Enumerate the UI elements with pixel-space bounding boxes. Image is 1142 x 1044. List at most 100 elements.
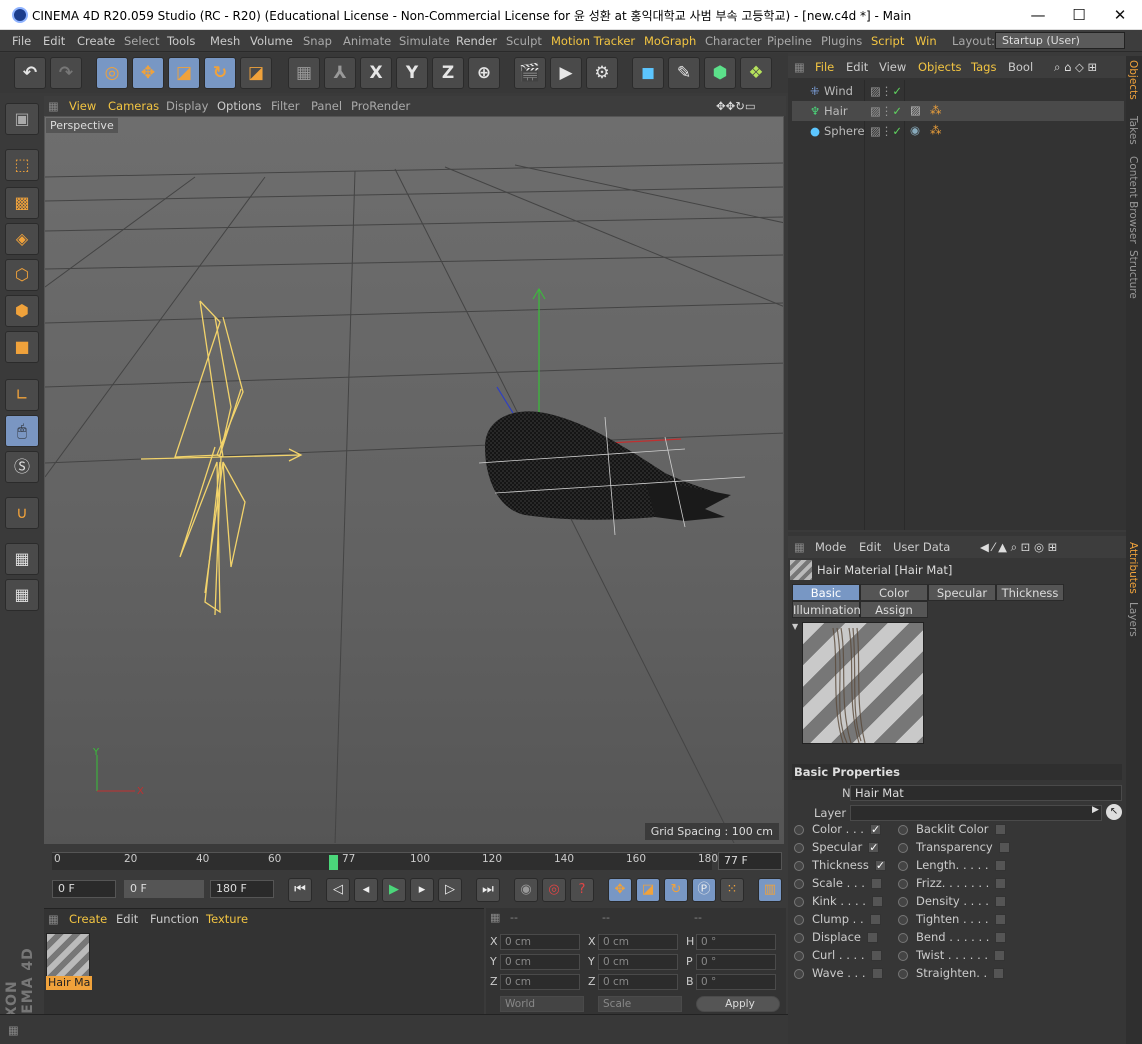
workplane-mode-icon[interactable]: ◈	[5, 223, 39, 255]
use-bend-checkbox[interactable]	[995, 932, 1007, 943]
snap-magnet-icon[interactable]: ∪	[5, 497, 39, 529]
tab-basic[interactable]: Basic	[792, 584, 860, 601]
object-menu-edit[interactable]: Edit	[846, 60, 868, 74]
animate-radio-icon[interactable]	[898, 914, 908, 925]
animate-radio-icon[interactable]	[794, 860, 804, 871]
object-menu-objects[interactable]: Objects	[918, 60, 961, 74]
layer-field[interactable]	[850, 805, 1102, 821]
x-axis-button[interactable]: X	[360, 57, 392, 89]
name-input[interactable]: Hair Mat	[850, 785, 1122, 801]
use-tighten-row[interactable]: Tighten . . . .	[898, 912, 1006, 930]
side-tab-attributes[interactable]: Attributes	[1127, 542, 1139, 594]
perspective-viewport[interactable]: Y X Perspective Grid Spacing : 100 cm	[44, 116, 784, 844]
object-menu-file[interactable]: File	[815, 60, 834, 74]
go-to-start-icon[interactable]: ⏮	[288, 878, 312, 902]
use-twist-checkbox[interactable]	[994, 950, 1006, 961]
cloner-icon[interactable]: ❖	[740, 57, 772, 89]
menu-pipeline[interactable]: Pipeline	[767, 34, 812, 48]
menu-tools[interactable]: Tools	[167, 34, 195, 48]
menu-edit[interactable]: Edit	[43, 34, 65, 48]
planar-workplane-icon[interactable]: ▦	[5, 579, 39, 611]
rotation-p-field[interactable]: 0 °	[696, 954, 776, 970]
key-pla-icon[interactable]: ⁙	[720, 878, 744, 902]
animate-radio-icon[interactable]	[794, 968, 804, 979]
close-button[interactable]: ✕	[1106, 4, 1134, 26]
hair-material-label[interactable]: Hair Ma	[46, 976, 92, 990]
minimize-button[interactable]: —	[1024, 4, 1052, 26]
use-thickness-row[interactable]: Thickness ✓	[794, 858, 886, 876]
menu-volume[interactable]: Volume	[250, 34, 293, 48]
menu-mesh[interactable]: Mesh	[210, 34, 240, 48]
animate-radio-icon[interactable]	[898, 824, 908, 835]
timeline-ruler[interactable]: 0 20 40 60 77 100 120 140 160 180	[52, 852, 718, 870]
material-menu-edit[interactable]: Edit	[116, 912, 138, 926]
use-curl-row[interactable]: Curl . . . .	[794, 948, 882, 966]
use-color-checkbox[interactable]: ✓	[869, 824, 881, 835]
viewport-navigate-icons[interactable]: ✥✥↻▭	[716, 99, 756, 113]
record-active-icon[interactable]: ◉	[514, 878, 538, 902]
menu-render[interactable]: Render	[456, 34, 497, 48]
play-icon[interactable]: ▶	[382, 878, 406, 902]
use-transparency-row[interactable]: Transparency	[898, 840, 1010, 858]
previous-key-icon[interactable]: ◁	[326, 878, 350, 902]
tab-illumination[interactable]: Illumination	[792, 601, 861, 618]
use-scale-row[interactable]: Scale . . .	[794, 876, 882, 894]
start-frame-field[interactable]: 0 F	[52, 880, 116, 898]
use-twist-row[interactable]: Twist . . . . . .	[898, 948, 1006, 966]
rotate-tool-icon[interactable]: ↻	[204, 57, 236, 89]
move-tool-icon[interactable]: ✥	[132, 57, 164, 89]
use-backlit-color-checkbox[interactable]	[994, 824, 1006, 835]
use-kink-row[interactable]: Kink . . . .	[794, 894, 883, 912]
hair-material-thumbnail[interactable]	[46, 933, 90, 981]
object-row-sphere[interactable]: ● Sphere ▨⋮✓ ◉ ⁂	[792, 121, 1124, 141]
render-picture-viewer-icon[interactable]: ▶	[550, 57, 582, 89]
object-menu-view[interactable]: View	[879, 60, 906, 74]
attribute-menu-edit[interactable]: Edit	[859, 540, 881, 554]
animate-radio-icon[interactable]	[794, 896, 804, 907]
animate-radio-icon[interactable]	[794, 950, 804, 961]
phong-tag-icon[interactable]: ◉	[910, 123, 920, 137]
min-frame-slider[interactable]: 0 F	[124, 880, 204, 898]
object-row-wind[interactable]: ⁜ Wind ▨⋮✓	[792, 81, 1124, 101]
autokey-icon[interactable]: ◎	[542, 878, 566, 902]
object-visibility-icon[interactable]: ▨⋮✓	[870, 104, 902, 118]
workplane-lock-icon[interactable]: ▦	[5, 543, 39, 575]
joint-icon[interactable]: ⅄	[324, 57, 356, 89]
next-frame-icon[interactable]: ▸	[410, 878, 434, 902]
use-frizz-row[interactable]: Frizz. . . . . . .	[898, 876, 1007, 894]
render-view-icon[interactable]: 🎬	[514, 57, 546, 89]
redo-icon[interactable]: ↷	[50, 57, 82, 89]
model-mode-icon[interactable]: ▦	[288, 57, 320, 89]
use-clump-checkbox[interactable]	[869, 914, 881, 925]
layer-pick-icon[interactable]: ↖	[1106, 804, 1122, 820]
use-clump-row[interactable]: Clump . .	[794, 912, 881, 930]
animate-radio-icon[interactable]	[794, 932, 804, 943]
tab-color[interactable]: Color	[860, 584, 928, 601]
recent-tool-icon[interactable]: ◪	[240, 57, 272, 89]
texture-mode-icon[interactable]: ▩	[5, 187, 39, 219]
animate-radio-icon[interactable]	[898, 878, 908, 889]
rotation-b-field[interactable]: 0 °	[696, 974, 776, 990]
animate-radio-icon[interactable]	[898, 896, 908, 907]
side-tab-objects[interactable]: Objects	[1127, 60, 1139, 100]
menu-animate[interactable]: Animate	[343, 34, 391, 48]
live-selection-icon[interactable]: ◎	[96, 57, 128, 89]
use-displace-checkbox[interactable]	[866, 932, 878, 943]
tab-assign[interactable]: Assign	[860, 601, 928, 618]
tweak-mode-icon[interactable]: 🖱	[5, 415, 39, 447]
current-frame-field[interactable]: 77 F	[718, 852, 782, 870]
cube-icon[interactable]: ◼	[632, 57, 664, 89]
tab-specular[interactable]: Specular	[928, 584, 996, 601]
menu-create[interactable]: Create	[77, 34, 115, 48]
menu-simulate[interactable]: Simulate	[399, 34, 450, 48]
animate-radio-icon[interactable]	[898, 860, 908, 871]
undo-icon[interactable]: ↶	[14, 57, 46, 89]
material-preview[interactable]	[802, 622, 924, 744]
tab-thickness[interactable]: Thickness	[996, 584, 1064, 601]
use-specular-row[interactable]: Specular ✓	[794, 840, 880, 858]
timeline-window-icon[interactable]: ▥	[758, 878, 782, 902]
menu-plugins[interactable]: Plugins	[821, 34, 862, 48]
use-length-row[interactable]: Length. . . . .	[898, 858, 1006, 876]
use-bend-row[interactable]: Bend . . . . . .	[898, 930, 1007, 948]
use-color-row[interactable]: Color . . . ✓	[794, 822, 881, 840]
